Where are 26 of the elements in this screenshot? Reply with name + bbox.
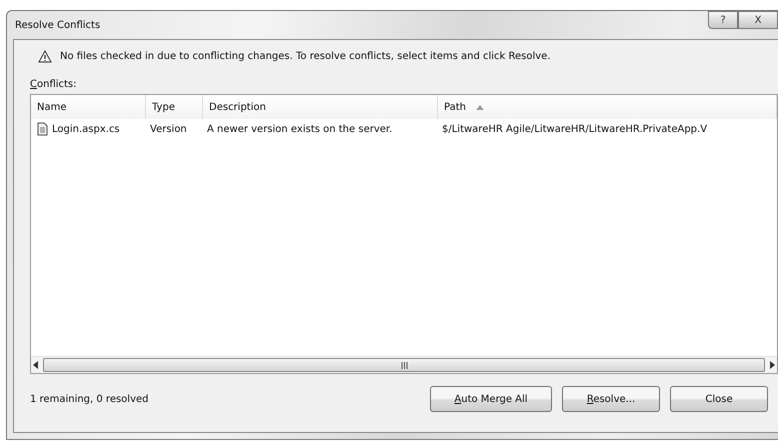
file-icon	[35, 122, 49, 136]
list-label: Conflicts:	[30, 79, 78, 90]
grip-icon	[400, 362, 408, 368]
column-header[interactable]: Description	[203, 95, 438, 119]
column-header[interactable]: Path	[438, 95, 777, 119]
scroll-left-icon[interactable]	[33, 361, 39, 369]
table-cell-text: A newer version exists on the server.	[206, 124, 394, 134]
sort-ascending-icon	[476, 104, 484, 110]
dialog-button[interactable]: Close	[670, 386, 768, 412]
horizontal-scrollbar[interactable]	[31, 356, 777, 373]
file-name: Login.aspx.cs	[52, 124, 120, 134]
scroll-right-icon[interactable]	[769, 361, 775, 369]
scrollbar-thumb[interactable]	[43, 358, 765, 372]
warning-icon	[38, 50, 52, 63]
status-text: 1 remaining, 0 resolved	[30, 394, 150, 404]
help-button[interactable]: ?	[708, 11, 738, 29]
dialog-button[interactable]: Resolve...	[562, 386, 660, 412]
dialog-button[interactable]: Auto Merge All	[430, 386, 552, 412]
message-text: No files checked in due to conflicting changes. To resolve conflicts, select items and click Resolve.	[60, 51, 551, 62]
conflict-row[interactable]: Login.aspx.cs Version A newer version exists on the server. $/LitwareHR Agile/LitwareHR/LitwareHR.PrivateApp.V	[31, 119, 777, 139]
window-title: Resolve Conflicts	[15, 20, 100, 30]
column-header[interactable]: Name	[31, 95, 146, 119]
window-close-button[interactable]: X	[738, 11, 778, 29]
column-header[interactable]: Type	[146, 95, 203, 119]
table-cell-text: Version	[149, 124, 188, 134]
table-cell-text: $/LitwareHR Agile/LitwareHR/LitwareHR.PrivateApp.V	[441, 124, 708, 134]
